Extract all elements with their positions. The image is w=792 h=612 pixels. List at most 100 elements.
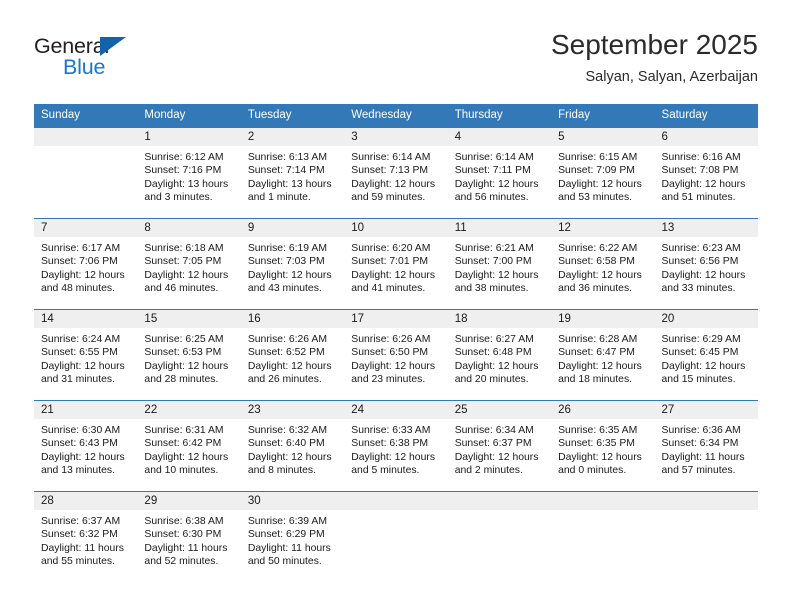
daylight-text-line2: and 13 minutes.: [41, 465, 115, 477]
weekday-header-tuesday: Tuesday: [240, 104, 345, 128]
day-number: 23: [240, 401, 345, 419]
day-details: Sunrise: 6:21 AM Sunset: 7:00 PM Dayligh…: [448, 237, 551, 296]
general-blue-logo[interactable]: General Blue: [34, 34, 214, 90]
day-number: 3: [344, 128, 448, 146]
day-cell[interactable]: [654, 491, 758, 582]
day-cell[interactable]: 26 Sunrise: 6:35 AM Sunset: 6:35 PM Dayl…: [551, 400, 655, 492]
daylight-text-line2: and 20 minutes.: [454, 374, 529, 386]
daylight-text-line1: Daylight: 12 hours: [454, 269, 539, 281]
day-cell[interactable]: 25 Sunrise: 6:34 AM Sunset: 6:37 PM Dayl…: [447, 400, 552, 492]
daylight-text-line2: and 33 minutes.: [661, 283, 736, 295]
day-details: Sunrise: 6:24 AM Sunset: 6:55 PM Dayligh…: [34, 328, 137, 387]
page-header: General Blue September 2025 Salyan, Saly…: [34, 28, 758, 98]
day-number: 20: [654, 310, 758, 328]
daylight-text-line1: Daylight: 13 hours: [144, 178, 229, 190]
daylight-text-line1: Daylight: 12 hours: [558, 269, 642, 281]
sunrise-text: Sunrise: 6:28 AM: [558, 334, 638, 345]
day-cell[interactable]: 1 Sunrise: 6:12 AM Sunset: 7:16 PM Dayli…: [137, 127, 241, 219]
day-number: 1: [137, 128, 241, 146]
day-details: Sunrise: 6:19 AM Sunset: 7:03 PM Dayligh…: [241, 237, 344, 296]
day-cell[interactable]: 9 Sunrise: 6:19 AM Sunset: 7:03 PM Dayli…: [240, 218, 345, 310]
daylight-text-line2: and 31 minutes.: [41, 374, 115, 386]
daylight-text-line1: Daylight: 12 hours: [247, 360, 332, 372]
day-number: 14: [34, 310, 138, 328]
day-cell[interactable]: 14 Sunrise: 6:24 AM Sunset: 6:55 PM Dayl…: [34, 309, 138, 401]
daylight-text-line2: and 50 minutes.: [247, 556, 322, 568]
calendar-week-row: 14 Sunrise: 6:24 AM Sunset: 6:55 PM Dayl…: [34, 309, 758, 401]
day-number: [551, 492, 655, 510]
day-details: Sunrise: 6:16 AM Sunset: 7:08 PM Dayligh…: [655, 146, 758, 205]
daylight-text-line2: and 15 minutes.: [661, 374, 736, 386]
day-cell[interactable]: [447, 491, 552, 582]
day-number: 29: [137, 492, 241, 510]
day-cell[interactable]: 27 Sunrise: 6:36 AM Sunset: 6:34 PM Dayl…: [654, 400, 758, 492]
day-cell[interactable]: 10 Sunrise: 6:20 AM Sunset: 7:01 PM Dayl…: [344, 218, 448, 310]
day-cell[interactable]: 3 Sunrise: 6:14 AM Sunset: 7:13 PM Dayli…: [344, 127, 448, 219]
day-number: 27: [654, 401, 758, 419]
sunset-text: Sunset: 6:38 PM: [351, 438, 429, 450]
day-cell[interactable]: [34, 127, 138, 219]
day-details: Sunrise: 6:27 AM Sunset: 6:48 PM Dayligh…: [448, 328, 551, 387]
daylight-text-line2: and 2 minutes.: [454, 465, 523, 477]
sunset-text: Sunset: 6:55 PM: [41, 347, 118, 359]
day-cell[interactable]: 2 Sunrise: 6:13 AM Sunset: 7:14 PM Dayli…: [240, 127, 345, 219]
daylight-text-line1: Daylight: 11 hours: [661, 451, 745, 463]
day-cell[interactable]: 20 Sunrise: 6:29 AM Sunset: 6:45 PM Dayl…: [654, 309, 758, 401]
day-number: 21: [34, 401, 138, 419]
daylight-text-line1: Daylight: 12 hours: [454, 360, 539, 372]
day-cell[interactable]: 13 Sunrise: 6:23 AM Sunset: 6:56 PM Dayl…: [654, 218, 758, 310]
weekday-header-sunday: Sunday: [34, 104, 138, 128]
day-number: 6: [654, 128, 758, 146]
day-cell[interactable]: 16 Sunrise: 6:26 AM Sunset: 6:52 PM Dayl…: [240, 309, 345, 401]
daylight-text-line2: and 8 minutes.: [247, 465, 317, 477]
daylight-text-line1: Daylight: 12 hours: [454, 178, 539, 190]
daylight-text-line1: Daylight: 12 hours: [454, 451, 539, 463]
sunrise-text: Sunrise: 6:22 AM: [558, 243, 638, 254]
day-cell[interactable]: 28 Sunrise: 6:37 AM Sunset: 6:32 PM Dayl…: [34, 491, 138, 582]
day-cell[interactable]: [344, 491, 448, 582]
weekday-header-wednesday: Wednesday: [344, 104, 448, 128]
day-cell[interactable]: 12 Sunrise: 6:22 AM Sunset: 6:58 PM Dayl…: [551, 218, 655, 310]
day-cell[interactable]: 11 Sunrise: 6:21 AM Sunset: 7:00 PM Dayl…: [447, 218, 552, 310]
sunrise-text: Sunrise: 6:26 AM: [247, 334, 327, 345]
day-cell[interactable]: 30 Sunrise: 6:39 AM Sunset: 6:29 PM Dayl…: [240, 491, 345, 582]
day-cell[interactable]: 4 Sunrise: 6:14 AM Sunset: 7:11 PM Dayli…: [447, 127, 552, 219]
day-cell[interactable]: 21 Sunrise: 6:30 AM Sunset: 6:43 PM Dayl…: [34, 400, 138, 492]
day-cell[interactable]: 6 Sunrise: 6:16 AM Sunset: 7:08 PM Dayli…: [654, 127, 758, 219]
day-cell[interactable]: 19 Sunrise: 6:28 AM Sunset: 6:47 PM Dayl…: [551, 309, 655, 401]
day-number: 8: [137, 219, 241, 237]
day-cell[interactable]: 22 Sunrise: 6:31 AM Sunset: 6:42 PM Dayl…: [137, 400, 241, 492]
day-number: [344, 492, 448, 510]
day-cell[interactable]: 29 Sunrise: 6:38 AM Sunset: 6:30 PM Dayl…: [137, 491, 241, 582]
day-cell[interactable]: 23 Sunrise: 6:32 AM Sunset: 6:40 PM Dayl…: [240, 400, 345, 492]
daylight-text-line2: and 5 minutes.: [351, 465, 420, 477]
day-number: 26: [551, 401, 655, 419]
sunrise-text: Sunrise: 6:34 AM: [454, 425, 534, 436]
day-details: Sunrise: 6:31 AM Sunset: 6:42 PM Dayligh…: [137, 419, 240, 478]
sunset-text: Sunset: 6:32 PM: [41, 529, 118, 541]
day-cell[interactable]: 8 Sunrise: 6:18 AM Sunset: 7:05 PM Dayli…: [137, 218, 241, 310]
sunset-text: Sunset: 6:53 PM: [144, 347, 222, 359]
daylight-text-line2: and 26 minutes.: [247, 374, 322, 386]
day-cell[interactable]: 18 Sunrise: 6:27 AM Sunset: 6:48 PM Dayl…: [447, 309, 552, 401]
weekday-header-monday: Monday: [137, 104, 241, 128]
sunrise-text: Sunrise: 6:16 AM: [661, 152, 741, 163]
day-details: Sunrise: 6:30 AM Sunset: 6:43 PM Dayligh…: [34, 419, 137, 478]
day-cell[interactable]: 5 Sunrise: 6:15 AM Sunset: 7:09 PM Dayli…: [551, 127, 655, 219]
daylight-text-line1: Daylight: 12 hours: [558, 451, 642, 463]
daylight-text-line2: and 41 minutes.: [351, 283, 426, 295]
page-title: September 2025: [550, 29, 758, 60]
day-details: Sunrise: 6:32 AM Sunset: 6:40 PM Dayligh…: [241, 419, 344, 478]
day-cell[interactable]: 17 Sunrise: 6:26 AM Sunset: 6:50 PM Dayl…: [344, 309, 448, 401]
day-details: Sunrise: 6:35 AM Sunset: 6:35 PM Dayligh…: [551, 419, 654, 478]
day-details: [344, 510, 447, 515]
sunset-text: Sunset: 6:34 PM: [661, 438, 739, 450]
weekday-header-friday: Friday: [551, 104, 655, 128]
day-cell[interactable]: 15 Sunrise: 6:25 AM Sunset: 6:53 PM Dayl…: [137, 309, 241, 401]
day-details: Sunrise: 6:36 AM Sunset: 6:34 PM Dayligh…: [655, 419, 758, 478]
day-cell[interactable]: 24 Sunrise: 6:33 AM Sunset: 6:38 PM Dayl…: [344, 400, 448, 492]
day-cell[interactable]: 7 Sunrise: 6:17 AM Sunset: 7:06 PM Dayli…: [34, 218, 138, 310]
calendar-table: Sunday Monday Tuesday Wednesday Thursday…: [34, 104, 758, 582]
daylight-text-line1: Daylight: 13 hours: [247, 178, 332, 190]
day-cell[interactable]: [551, 491, 655, 582]
